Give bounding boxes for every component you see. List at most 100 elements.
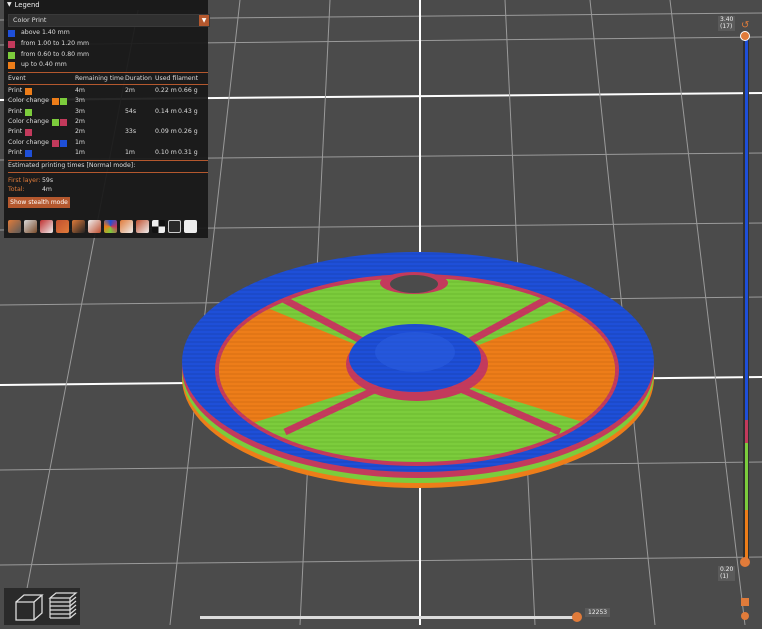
options-toolbar xyxy=(8,219,208,234)
view-type-value: Color Print xyxy=(13,16,47,25)
event-length: 0.09 m xyxy=(155,128,177,136)
custom-gcodes-icon[interactable] xyxy=(136,220,149,233)
legend-header[interactable]: ▼ Legend xyxy=(4,0,208,10)
col-remaining-header: Remaining time xyxy=(75,74,124,82)
legend-panel: ▼ Legend Color Print ▼ above 1.40 mm fro… xyxy=(4,0,210,238)
event-length: 0.14 m xyxy=(155,108,177,116)
color-changes-icon[interactable] xyxy=(104,220,117,233)
legend-title: Legend xyxy=(14,0,40,9)
event-name: Color change xyxy=(8,118,49,126)
col-duration-header: Duration xyxy=(125,74,152,82)
range-item: above 1.40 mm xyxy=(8,29,70,38)
total-value: 4m xyxy=(42,186,52,193)
cog-icon[interactable]: ↺ xyxy=(741,20,749,31)
event-duration: 1m xyxy=(125,149,135,157)
event-row: Print 3m 54s 0.14 m 0.43 g xyxy=(8,108,208,117)
col-event-header: Event xyxy=(8,74,26,82)
event-weight: 0.43 g xyxy=(178,108,198,116)
event-row: Print 1m 1m 0.10 m 0.31 g xyxy=(8,149,208,158)
chevron-down-icon[interactable]: ▼ xyxy=(199,15,209,26)
event-weight: 0.66 g xyxy=(178,87,198,95)
layer-slider-top-label: 3.40 (17) xyxy=(718,16,736,32)
move-slider-thumb[interactable] xyxy=(572,612,582,622)
range-label: from 1.00 to 1.20 mm xyxy=(21,40,90,48)
retractions-icon[interactable] xyxy=(40,220,53,233)
divider xyxy=(8,160,208,161)
color-swatch xyxy=(8,30,15,37)
color-swatch xyxy=(25,109,33,116)
shells-icon[interactable] xyxy=(168,220,181,233)
pause-prints-icon[interactable] xyxy=(120,220,133,233)
model-preview xyxy=(182,252,654,488)
move-slider-value: 12253 xyxy=(585,608,611,617)
layer-band-orange xyxy=(745,510,748,560)
event-remaining: 2m xyxy=(75,128,85,136)
first-layer-label: First layer: xyxy=(8,177,41,184)
event-remaining: 3m xyxy=(75,108,85,116)
range-label: above 1.40 mm xyxy=(21,29,70,37)
event-name: Print xyxy=(8,128,23,136)
layer-slider-top-thumb[interactable] xyxy=(740,31,750,41)
event-remaining: 3m xyxy=(75,97,85,105)
color-swatch xyxy=(59,119,67,126)
event-duration: 2m xyxy=(125,87,135,95)
event-remaining: 1m xyxy=(75,139,85,147)
divider xyxy=(8,72,208,73)
layer-slider-bottom-thumb[interactable] xyxy=(740,557,750,567)
center-of-gravity-icon[interactable] xyxy=(152,220,165,233)
color-swatch xyxy=(8,41,15,48)
top-layer-number: (17) xyxy=(720,22,733,30)
seams-icon[interactable] xyxy=(72,220,85,233)
event-remaining: 1m xyxy=(75,149,85,157)
view-type-select[interactable]: Color Print ▼ xyxy=(8,14,210,27)
color-swatch xyxy=(8,52,15,59)
range-item: from 1.00 to 1.20 mm xyxy=(8,40,89,49)
range-item: up to 0.40 mm xyxy=(8,61,67,70)
color-swatch xyxy=(25,129,33,136)
one-layer-lock-icon[interactable] xyxy=(741,612,749,620)
color-swatch xyxy=(59,140,67,147)
color-swatch xyxy=(8,62,15,69)
range-label: from 0.60 to 0.80 mm xyxy=(21,51,90,59)
move-slider-track[interactable] xyxy=(200,616,578,619)
collapse-icon[interactable]: ▼ xyxy=(7,2,12,8)
range-item: from 0.60 to 0.80 mm xyxy=(8,51,89,60)
event-remaining: 4m xyxy=(75,87,85,95)
event-duration: 54s xyxy=(125,108,137,116)
first-layer-value: 59s xyxy=(42,177,54,184)
event-length: 0.10 m xyxy=(155,149,177,157)
travel-icon[interactable] xyxy=(8,220,21,233)
divider xyxy=(8,84,208,85)
layer-band-red xyxy=(745,420,748,443)
tool-changes-icon[interactable] xyxy=(88,220,101,233)
event-name: Color change xyxy=(8,97,49,105)
event-weight: 0.31 g xyxy=(178,149,198,157)
3d-view-icon[interactable] xyxy=(15,594,44,621)
color-swatch xyxy=(59,98,67,105)
event-row: Color change 1m xyxy=(8,139,208,148)
layer-band-green xyxy=(745,443,748,510)
color-swatch xyxy=(51,140,59,147)
event-row: Print 4m 2m 0.22 m 0.66 g xyxy=(8,87,208,96)
bottom-layer-number: (1) xyxy=(720,572,729,580)
event-row: Print 2m 33s 0.09 m 0.26 g xyxy=(8,128,208,137)
event-name: Color change xyxy=(8,139,49,147)
event-name: Print xyxy=(8,149,23,157)
view-toggle-panel xyxy=(4,588,80,625)
layer-band-blue xyxy=(745,40,748,420)
event-length: 0.22 m xyxy=(155,87,177,95)
deretractions-icon[interactable] xyxy=(56,220,69,233)
wipe-icon[interactable] xyxy=(24,220,37,233)
layers-view-icon[interactable] xyxy=(48,592,78,619)
divider xyxy=(8,172,208,173)
event-row: Color change 2m xyxy=(8,118,208,127)
events-header: Event Remaining time Duration Used filam… xyxy=(8,75,208,83)
color-swatch xyxy=(25,150,33,157)
settings-icon[interactable] xyxy=(741,598,749,606)
col-filament-header: Used filament xyxy=(155,74,199,82)
color-swatch xyxy=(51,119,59,126)
show-stealth-mode-button[interactable]: Show stealth mode xyxy=(8,197,70,208)
color-swatch xyxy=(51,98,59,105)
event-remaining: 2m xyxy=(75,118,85,126)
tool-marker-icon[interactable] xyxy=(184,220,197,233)
